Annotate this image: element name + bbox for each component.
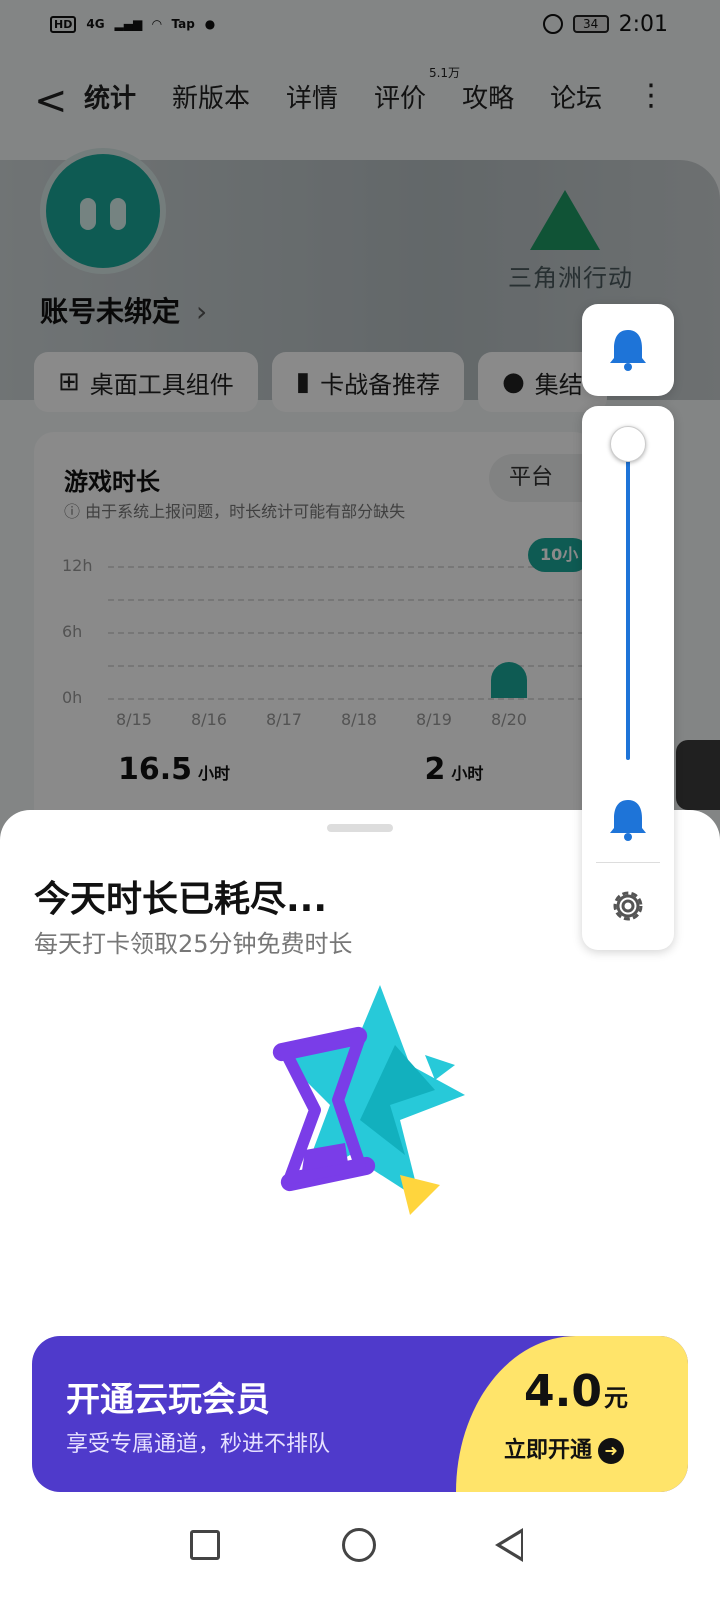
price-unit: 元 xyxy=(603,1384,628,1412)
sheet-subtitle: 每天打卡领取25分钟免费时长 xyxy=(34,930,353,958)
vip-price: 4.0元 xyxy=(524,1366,628,1417)
system-navigation-bar xyxy=(0,1500,720,1600)
bell-icon xyxy=(610,800,646,841)
app-page: HD 4G ▂▄▆ ◠ Tap ● 34 2:01 < 统计 新版本 详情 评价… xyxy=(0,0,720,1600)
open-vip-label: 立即开通 xyxy=(504,1438,593,1463)
drag-handle[interactable] xyxy=(327,824,393,832)
vip-subtitle: 享受专属通道，秒进不排队 xyxy=(66,1432,331,1457)
price-value: 4.0 xyxy=(524,1366,602,1417)
home-icon[interactable] xyxy=(342,1528,376,1562)
volume-panel xyxy=(582,406,674,950)
vip-title: 开通云玩会员 xyxy=(66,1380,270,1420)
open-vip-button[interactable]: 立即开通 ➜ xyxy=(504,1432,625,1464)
divider xyxy=(596,862,660,863)
arrow-right-icon: ➜ xyxy=(598,1438,625,1464)
sheet-title: 今天时长已耗尽... xyxy=(34,879,328,920)
ringer-mode-button[interactable] xyxy=(582,304,674,396)
volume-slider-thumb[interactable] xyxy=(610,426,646,462)
volume-slider-track[interactable] xyxy=(626,446,630,760)
back-icon[interactable] xyxy=(495,1528,523,1562)
vip-upsell-banner[interactable]: 开通云玩会员 享受专属通道，秒进不排队 4.0元 立即开通 ➜ xyxy=(32,1336,688,1492)
bell-icon xyxy=(610,330,646,371)
recents-icon[interactable] xyxy=(190,1530,220,1560)
vip-price-panel: 4.0元 立即开通 ➜ xyxy=(456,1336,688,1492)
gear-icon[interactable] xyxy=(608,886,648,926)
hourglass-burst-icon xyxy=(272,985,465,1215)
